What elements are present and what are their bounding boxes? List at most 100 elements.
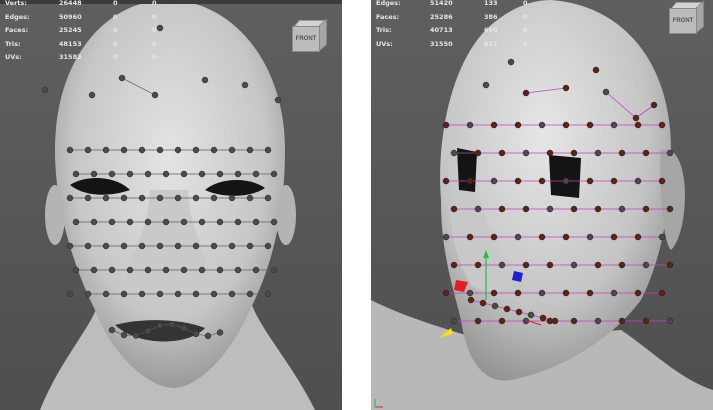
joint-marker[interactable] [498,261,506,269]
joint-marker[interactable] [466,121,474,129]
joint-marker[interactable] [570,149,578,157]
joint-marker[interactable] [270,170,278,178]
joint-marker[interactable] [602,88,610,96]
joint-marker[interactable] [174,242,182,250]
joint-marker[interactable] [102,290,110,298]
joint-marker[interactable] [562,121,570,129]
joint-marker[interactable] [479,299,487,307]
right-scene[interactable] [371,0,713,410]
joint-marker[interactable] [118,74,126,82]
joint-marker[interactable] [594,261,602,269]
joint-marker[interactable] [228,194,236,202]
joint-marker[interactable] [102,242,110,250]
joint-marker[interactable] [174,146,182,154]
joint-marker[interactable] [216,218,224,226]
joint-marker[interactable] [538,177,546,185]
joint-marker[interactable] [515,308,523,316]
viewcube-front-label[interactable]: FRONT [292,26,320,52]
joint-marker[interactable] [144,266,152,274]
joint-marker[interactable] [174,290,182,298]
joint-marker[interactable] [586,289,594,297]
joint-marker[interactable] [490,177,498,185]
joint-marker[interactable] [210,146,218,154]
joint-marker[interactable] [546,205,554,213]
joint-marker[interactable] [120,146,128,154]
joint-marker[interactable] [514,289,522,297]
joint-marker[interactable] [546,261,554,269]
joint-marker[interactable] [450,261,458,269]
joint-marker[interactable] [551,317,559,325]
joint-marker[interactable] [210,290,218,298]
joint-marker[interactable] [538,121,546,129]
joint-marker[interactable] [138,146,146,154]
joint-marker[interactable] [570,261,578,269]
joint-marker[interactable] [539,314,547,322]
joint-marker[interactable] [442,121,450,129]
joint-marker[interactable] [514,233,522,241]
joint-marker[interactable] [246,242,254,250]
joint-marker[interactable] [610,233,618,241]
joint-marker[interactable] [126,170,134,178]
joint-marker[interactable] [216,170,224,178]
joint-marker[interactable] [642,261,650,269]
joint-marker[interactable] [490,233,498,241]
joint-marker[interactable] [474,261,482,269]
joint-marker[interactable] [162,266,170,274]
joint-marker[interactable] [138,242,146,250]
joint-marker[interactable] [522,89,530,97]
joint-marker[interactable] [634,121,642,129]
joint-marker[interactable] [570,317,578,325]
joint-marker[interactable] [126,218,134,226]
joint-marker[interactable] [498,317,506,325]
right-viewport[interactable]: Edges: 51420 133 0 Faces: 25286 386 0 Tris: 40713… [371,0,713,410]
joint-marker[interactable] [474,149,482,157]
joint-marker[interactable] [198,218,206,226]
joint-marker[interactable] [634,289,642,297]
joint-marker[interactable] [228,242,236,250]
joint-marker[interactable] [162,170,170,178]
joint-marker[interactable] [216,329,224,336]
joint-marker[interactable] [538,289,546,297]
joint-marker[interactable] [594,317,602,325]
joint-marker[interactable] [490,289,498,297]
joint-marker[interactable] [126,266,134,274]
joint-marker[interactable] [234,266,242,274]
joint-marker[interactable] [442,289,450,297]
joint-marker[interactable] [174,194,182,202]
joint-marker[interactable] [562,84,570,92]
joint-marker[interactable] [442,233,450,241]
joint-marker[interactable] [586,121,594,129]
joint-marker[interactable] [156,322,164,329]
joint-marker[interactable] [264,242,272,250]
joint-marker[interactable] [498,205,506,213]
joint-marker[interactable] [514,121,522,129]
joint-marker[interactable] [192,330,200,338]
joint-marker[interactable] [192,242,200,250]
joint-marker[interactable] [450,317,458,325]
joint-marker[interactable] [66,242,74,250]
viewcube-front-label[interactable]: FRONT [669,8,697,34]
joint-marker[interactable] [491,302,499,310]
joint-marker[interactable] [84,290,92,298]
joint-marker[interactable] [228,146,236,154]
joint-marker[interactable] [72,170,80,178]
joint-marker[interactable] [108,266,116,274]
joint-marker[interactable] [234,170,242,178]
joint-marker[interactable] [204,332,212,340]
joint-marker[interactable] [570,205,578,213]
joint-marker[interactable] [216,266,224,274]
joint-marker[interactable] [108,170,116,178]
joint-marker[interactable] [120,331,128,339]
joint-marker[interactable] [151,91,159,99]
joint-marker[interactable] [466,289,474,297]
joint-marker[interactable] [138,194,146,202]
joint-marker[interactable] [108,218,116,226]
joint-marker[interactable] [642,205,650,213]
joint-marker[interactable] [252,218,260,226]
joint-marker[interactable] [192,146,200,154]
joint-marker[interactable] [666,261,674,269]
joint-marker[interactable] [132,332,140,339]
joint-marker[interactable] [102,146,110,154]
joint-marker[interactable] [180,170,188,178]
joint-marker[interactable] [618,261,626,269]
